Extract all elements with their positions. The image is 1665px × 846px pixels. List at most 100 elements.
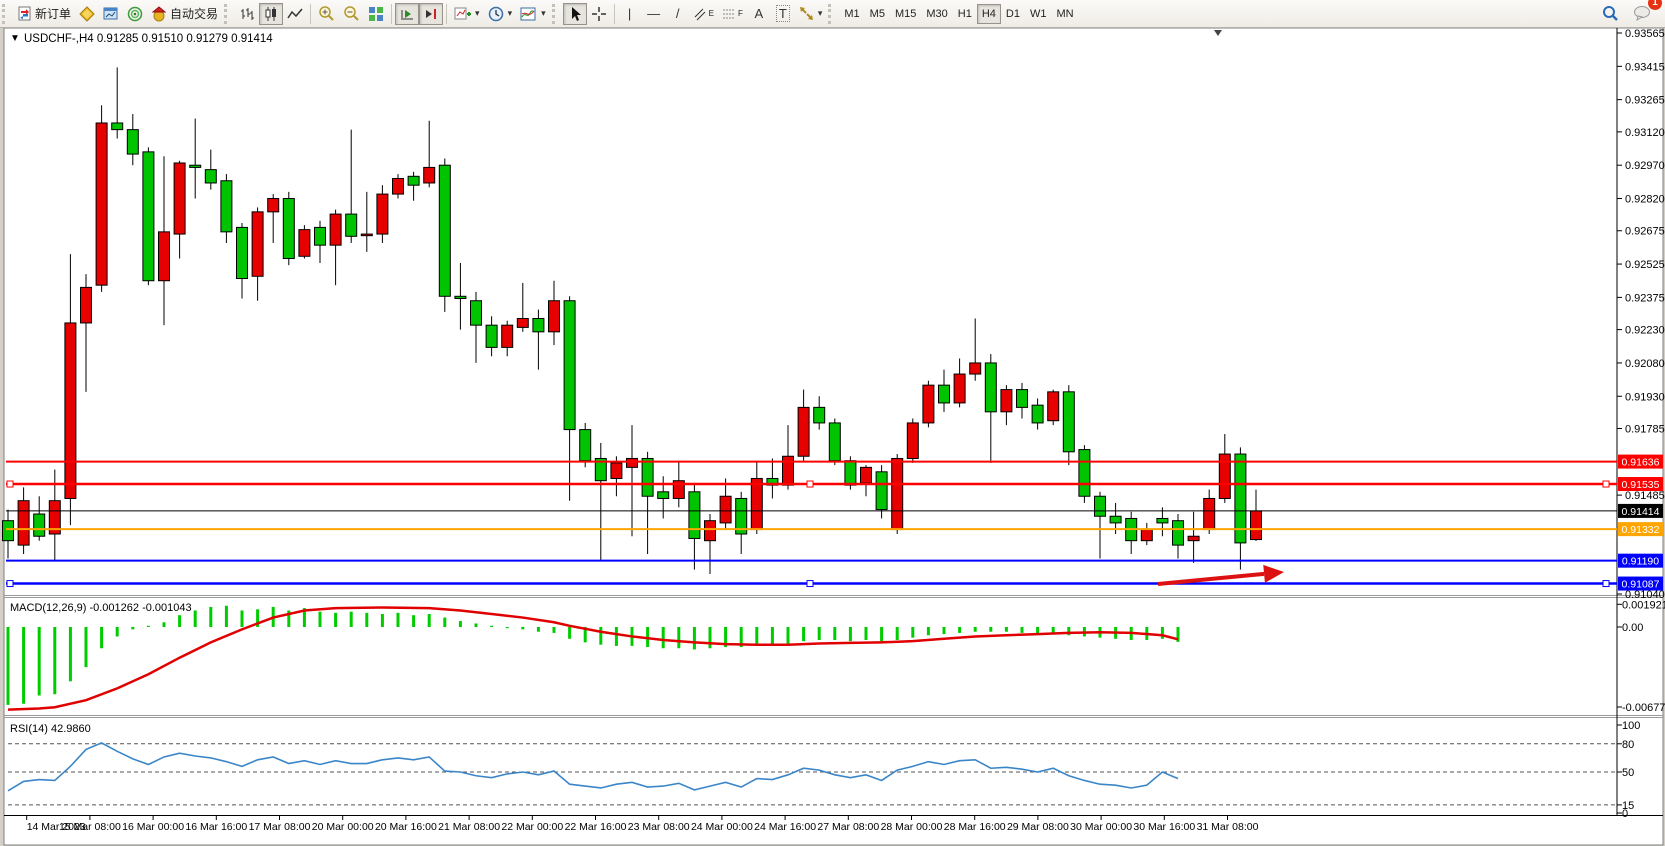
svg-text:0.91485: 0.91485 bbox=[1625, 490, 1665, 502]
chevron-down-icon: ▾ bbox=[541, 8, 546, 19]
svg-text:21 Mar 08:00: 21 Mar 08:00 bbox=[438, 821, 500, 833]
svg-text:0.91190: 0.91190 bbox=[1622, 556, 1659, 568]
equidistant-channel-button[interactable]: E bbox=[690, 3, 718, 25]
text-label-icon: T bbox=[776, 5, 790, 22]
svg-text:22 Mar 00:00: 22 Mar 00:00 bbox=[501, 821, 563, 833]
new-order-icon bbox=[17, 6, 32, 21]
svg-text:24 Mar 00:00: 24 Mar 00:00 bbox=[691, 821, 753, 833]
chevron-down-icon: ▾ bbox=[475, 8, 480, 19]
vertical-line-icon: | bbox=[628, 6, 631, 21]
svg-text:0.91930: 0.91930 bbox=[1625, 391, 1665, 403]
timeframe-w1[interactable]: W1 bbox=[1025, 4, 1052, 24]
toolbar-grip[interactable] bbox=[224, 4, 232, 24]
svg-text:0.93120: 0.93120 bbox=[1625, 127, 1665, 139]
timeframe-d1[interactable]: D1 bbox=[1001, 4, 1025, 24]
svg-text:27 Mar 08:00: 27 Mar 08:00 bbox=[817, 821, 879, 833]
auto-trading-button[interactable]: 自动交易 bbox=[147, 3, 222, 25]
timeframe-m1[interactable]: M1 bbox=[839, 4, 864, 24]
timeframe-h4[interactable]: H4 bbox=[977, 4, 1001, 24]
svg-text:20 Mar 00:00: 20 Mar 00:00 bbox=[312, 821, 374, 833]
arrows-button[interactable]: ▾ bbox=[795, 3, 827, 25]
timeframe-mn[interactable]: MN bbox=[1051, 4, 1078, 24]
cursor-button[interactable] bbox=[563, 3, 587, 25]
tile-windows-button[interactable] bbox=[364, 3, 388, 25]
zoom-out-button[interactable] bbox=[339, 3, 364, 25]
trendline-button[interactable]: / bbox=[666, 3, 690, 25]
toolbar-grip[interactable] bbox=[2, 4, 10, 24]
svg-text:0.93265: 0.93265 bbox=[1625, 95, 1665, 107]
cursor-icon bbox=[568, 6, 582, 22]
bar-chart-button[interactable] bbox=[235, 3, 259, 25]
svg-text:0.93415: 0.93415 bbox=[1625, 61, 1665, 73]
text-label-button[interactable]: T bbox=[771, 3, 795, 25]
chart-shift-icon bbox=[423, 6, 439, 22]
toolbar-grip[interactable] bbox=[828, 4, 836, 24]
profiles-button[interactable] bbox=[99, 3, 123, 25]
svg-text:100: 100 bbox=[1622, 720, 1640, 732]
svg-text:0.001921: 0.001921 bbox=[1622, 599, 1665, 611]
new-order-button[interactable]: 新订单 bbox=[13, 3, 75, 25]
chart-shift-button[interactable] bbox=[419, 3, 443, 25]
zoom-in-button[interactable] bbox=[314, 3, 339, 25]
timeframe-m30[interactable]: M30 bbox=[921, 4, 952, 24]
bar-chart-icon bbox=[239, 6, 255, 22]
svg-text:0.92970: 0.92970 bbox=[1625, 160, 1665, 172]
autotrading-icon bbox=[151, 6, 167, 22]
fibonacci-icon bbox=[722, 7, 735, 21]
svg-text:0.93565: 0.93565 bbox=[1625, 28, 1665, 40]
chart-window: 0.935650.934150.932650.931200.929700.928… bbox=[0, 28, 1665, 846]
channel-letter: E bbox=[709, 9, 714, 18]
crosshair-button[interactable] bbox=[587, 3, 611, 25]
svg-text:20 Mar 16:00: 20 Mar 16:00 bbox=[375, 821, 437, 833]
timeframe-m5[interactable]: M5 bbox=[865, 4, 890, 24]
vertical-line-button[interactable]: | bbox=[618, 3, 642, 25]
svg-text:16 Mar 16:00: 16 Mar 16:00 bbox=[185, 821, 247, 833]
svg-text:USDCHF-,H4 0.91285 0.91510 0.: USDCHF-,H4 0.91285 0.91510 0.91279 0.914… bbox=[24, 33, 273, 45]
indicators-button[interactable]: ▾ bbox=[450, 3, 484, 25]
auto-scroll-icon bbox=[399, 6, 415, 22]
channel-icon bbox=[694, 7, 706, 21]
text-button[interactable]: A bbox=[747, 3, 771, 25]
profiles-icon bbox=[103, 6, 119, 22]
svg-text:23 Mar 08:00: 23 Mar 08:00 bbox=[628, 821, 690, 833]
svg-text:0.92080: 0.92080 bbox=[1625, 358, 1665, 370]
fibonacci-letter: F bbox=[738, 9, 743, 18]
svg-text:0.92230: 0.92230 bbox=[1625, 325, 1665, 337]
new-chart-button[interactable] bbox=[75, 3, 99, 25]
svg-text:17 Mar 08:00: 17 Mar 08:00 bbox=[249, 821, 311, 833]
candlestick-chart-icon bbox=[263, 6, 279, 22]
svg-text:50: 50 bbox=[1622, 767, 1634, 779]
svg-text:15 Mar 08:00: 15 Mar 08:00 bbox=[59, 821, 121, 833]
svg-text:-0.006777: -0.006777 bbox=[1622, 702, 1665, 714]
svg-text:0.91414: 0.91414 bbox=[1622, 506, 1660, 518]
indicators-icon bbox=[454, 6, 471, 22]
svg-text:16 Mar 00:00: 16 Mar 00:00 bbox=[122, 821, 184, 833]
svg-text:24 Mar 16:00: 24 Mar 16:00 bbox=[754, 821, 816, 833]
svg-text:0.91087: 0.91087 bbox=[1622, 579, 1660, 591]
line-chart-button[interactable] bbox=[283, 3, 307, 25]
signals-icon bbox=[127, 6, 143, 22]
auto-scroll-button[interactable] bbox=[395, 3, 419, 25]
timeframe-m15[interactable]: M15 bbox=[890, 4, 921, 24]
crosshair-icon bbox=[591, 6, 607, 22]
svg-text:▼: ▼ bbox=[10, 33, 20, 44]
search-button[interactable] bbox=[1598, 3, 1623, 25]
periods-button[interactable]: ▾ bbox=[484, 3, 517, 25]
svg-text:30 Mar 00:00: 30 Mar 00:00 bbox=[1070, 821, 1132, 833]
signals-button[interactable] bbox=[123, 3, 147, 25]
templates-button[interactable]: ▾ bbox=[516, 3, 550, 25]
svg-text:MACD(12,26,9) -0.001262 -0.001: MACD(12,26,9) -0.001262 -0.001043 bbox=[10, 602, 192, 614]
fibonacci-button[interactable]: F bbox=[718, 3, 747, 25]
candlestick-chart-button[interactable] bbox=[259, 3, 283, 25]
svg-text:0.92675: 0.92675 bbox=[1625, 226, 1665, 238]
price-chart-canvas[interactable]: 0.935650.934150.932650.931200.929700.928… bbox=[0, 28, 1665, 846]
clock-icon bbox=[488, 6, 504, 22]
svg-text:0.91636: 0.91636 bbox=[1622, 457, 1660, 469]
timeframe-h1[interactable]: H1 bbox=[953, 4, 977, 24]
horizontal-line-button[interactable]: — bbox=[642, 3, 666, 25]
svg-text:0.92525: 0.92525 bbox=[1625, 259, 1665, 271]
svg-text:29 Mar 08:00: 29 Mar 08:00 bbox=[1007, 821, 1069, 833]
svg-text:30 Mar 16:00: 30 Mar 16:00 bbox=[1133, 821, 1195, 833]
toolbar-grip[interactable] bbox=[552, 4, 560, 24]
zoom-in-icon bbox=[318, 5, 335, 22]
